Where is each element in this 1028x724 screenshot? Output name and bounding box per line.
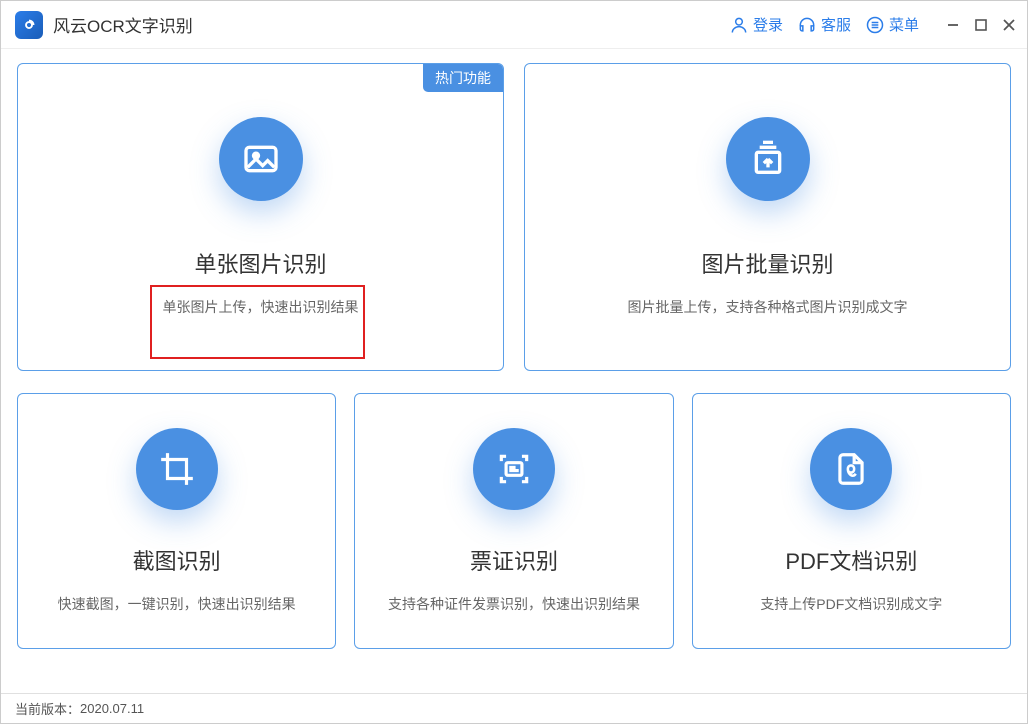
login-button[interactable]: 登录 [729,14,783,35]
version-value: 2020.07.11 [80,701,144,716]
card-title: PDF文档识别 [785,544,917,576]
image-icon [219,117,303,201]
card-screenshot[interactable]: 截图识别 快速截图，一键识别，快速出识别结果 [17,393,336,649]
card-title: 单张图片识别 [194,247,326,279]
card-batch-image[interactable]: 图片批量识别 图片批量上传，支持各种格式图片识别成文字 [524,63,1011,371]
support-button[interactable]: 客服 [797,14,851,35]
card-desc: 支持上传PDF文档识别成文字 [760,594,942,614]
support-label: 客服 [821,14,851,35]
menu-button[interactable]: 菜单 [865,14,919,35]
card-desc: 图片批量上传，支持各种格式图片识别成文字 [628,297,908,317]
card-title: 图片批量识别 [701,247,833,279]
user-icon [729,15,749,35]
card-ticket[interactable]: 票证识别 支持各种证件发票识别，快速出识别结果 [354,393,673,649]
card-desc: 单张图片上传，快速出识别结果 [163,297,359,317]
card-desc: 支持各种证件发票识别，快速出识别结果 [388,594,640,614]
card-pdf[interactable]: PDF文档识别 支持上传PDF文档识别成文字 [692,393,1011,649]
window-controls [945,17,1017,33]
minimize-button[interactable] [945,17,961,33]
upload-stack-icon [726,117,810,201]
titlebar-actions: 登录 客服 菜单 [729,14,1017,35]
main-content: 热门功能 单张图片识别 单张图片上传，快速出识别结果 [1,49,1027,693]
menu-icon [865,15,885,35]
card-desc: 快速截图，一键识别，快速出识别结果 [58,594,296,614]
crop-icon [136,428,218,510]
app-logo-icon [15,11,43,39]
headset-icon [797,15,817,35]
pdf-icon [810,428,892,510]
menu-label: 菜单 [889,14,919,35]
version-label: 当前版本： [15,699,80,718]
app-title: 风云OCR文字识别 [53,12,193,37]
card-single-image[interactable]: 热门功能 单张图片识别 单张图片上传，快速出识别结果 [17,63,504,371]
close-button[interactable] [1001,17,1017,33]
hot-badge: 热门功能 [423,64,503,92]
maximize-button[interactable] [973,17,989,33]
card-title: 截图识别 [133,544,221,576]
card-title: 票证识别 [470,544,558,576]
titlebar: 风云OCR文字识别 登录 客服 [1,1,1027,49]
app-window: 风云OCR文字识别 登录 客服 [0,0,1028,724]
scan-doc-icon [473,428,555,510]
login-label: 登录 [753,14,783,35]
statusbar: 当前版本：2020.07.11 [1,693,1027,723]
